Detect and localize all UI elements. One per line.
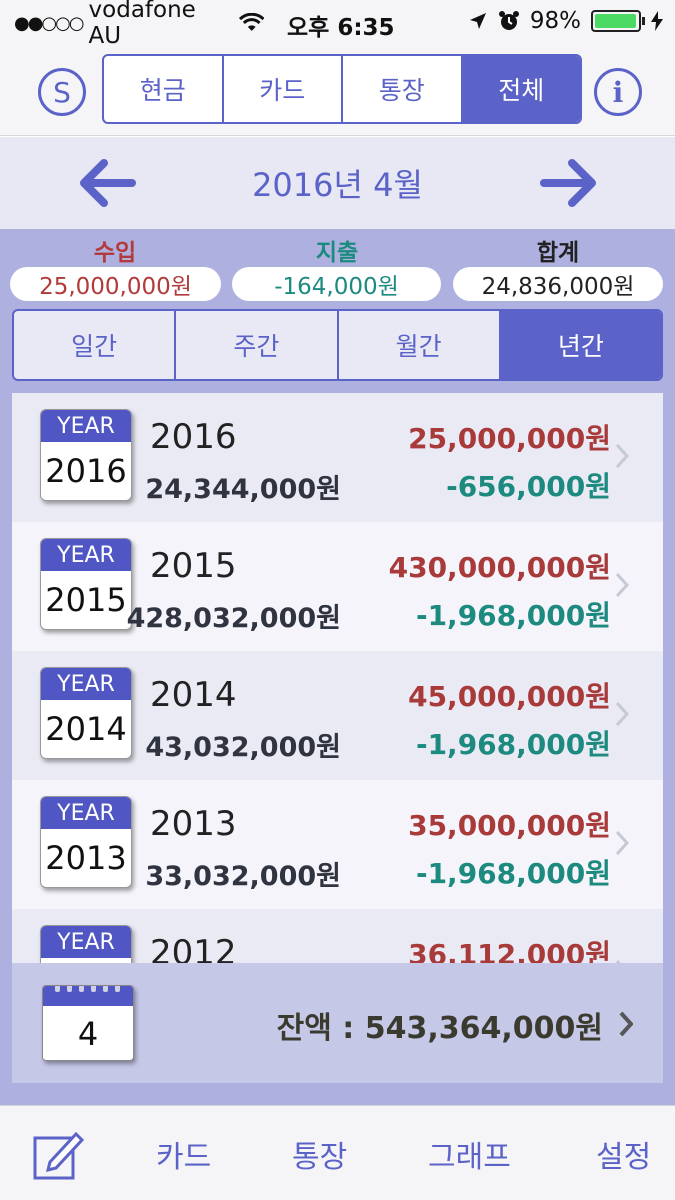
chevron-right-icon [615, 701, 629, 727]
calendar-rings [43, 986, 133, 1006]
tab-weekly[interactable]: 주간 [176, 311, 339, 379]
calendar-year: 2016 [45, 452, 127, 490]
year-calendar-icon: YEAR 2015 [40, 538, 132, 630]
status-left: ●●○○○ vodafone AU [14, 0, 264, 49]
carrier-name: vodafone AU [88, 0, 196, 49]
calendar-year: 2014 [45, 710, 127, 748]
tab-all[interactable]: 전체 [462, 56, 580, 122]
row-income: 36,112,000원 [408, 938, 611, 963]
info-button[interactable]: i [594, 68, 642, 116]
total-label: 합계 [536, 240, 580, 266]
account-type-segmented-control: 현금 카드 통장 전체 [102, 54, 582, 124]
tab-bar-settings[interactable]: 설정 [596, 1132, 651, 1176]
row-year: 2012 [150, 933, 237, 963]
month-title: 2016년 4월 [252, 166, 423, 204]
tab-bank[interactable]: 통장 [343, 56, 463, 122]
row-year: 2015 [150, 546, 237, 586]
income-label: 수입 [93, 240, 137, 266]
row-balance: 33,032,000원 [145, 861, 341, 892]
row-income: 45,000,000원 [408, 680, 611, 713]
calendar-icon: 4 [42, 985, 134, 1061]
expense-value: -164,000원 [232, 267, 441, 301]
status-time: 오후 6:35 [287, 15, 395, 41]
chevron-right-icon [615, 830, 629, 856]
total-value: 24,836,000원 [453, 267, 663, 301]
prev-month-arrow-icon[interactable] [78, 157, 138, 209]
bottom-tab-bar: 카드 통장 그래프 설정 [0, 1105, 675, 1200]
next-month-arrow-icon[interactable] [538, 157, 598, 209]
balance-panel: 4 잔액 : 543,364,000원 [0, 963, 675, 1105]
signal-strength-icon: ●●○○○ [14, 12, 85, 34]
s-button[interactable]: S [38, 68, 86, 116]
location-arrow-icon [469, 13, 486, 29]
chevron-right-icon [615, 443, 629, 469]
year-badge: YEAR [41, 410, 131, 442]
edit-pencil-icon[interactable] [32, 1126, 84, 1182]
row-income: 430,000,000원 [388, 551, 611, 584]
tab-daily[interactable]: 일간 [14, 311, 177, 379]
charging-bolt-icon [651, 11, 663, 31]
calendar-year: 2013 [45, 839, 127, 877]
calendar-year: 2015 [45, 581, 127, 619]
row-balance: 428,032,000원 [126, 603, 341, 634]
row-expense: -656,000원 [446, 470, 611, 503]
year-list-panel: YEAR 2016 2016 24,344,000원 25,000,000원 -… [0, 393, 675, 963]
row-year: 2014 [150, 675, 237, 715]
tab-yearly[interactable]: 년간 [500, 311, 661, 379]
income-value: 25,000,000원 [10, 267, 221, 301]
battery-level [595, 14, 637, 28]
calendar-day: 4 [77, 1015, 99, 1053]
alarm-clock-icon [498, 11, 519, 30]
year-calendar-icon: YEAR 2013 [40, 796, 132, 888]
wifi-icon [238, 13, 264, 31]
period-segmented-control: 일간 주간 월간 년간 [12, 309, 663, 381]
chevron-right-icon [615, 572, 629, 598]
row-balance: 24,344,000원 [145, 474, 341, 505]
month-navigation: 2016년 4월 [0, 137, 675, 229]
year-calendar-icon: YEAR 2014 [40, 667, 132, 759]
row-balance: 43,032,000원 [145, 732, 341, 763]
status-right: 98% [468, 8, 663, 34]
expense-label: 지출 [315, 240, 359, 266]
balance-total: 잔액 : 543,364,000원 [276, 1011, 603, 1046]
list-item[interactable]: YEAR 2014 2014 43,032,000원 45,000,000원 -… [12, 651, 663, 780]
tab-monthly[interactable]: 월간 [339, 311, 501, 379]
summary-panel: 수입 지출 합계 25,000,000원 -164,000원 24,836,00… [0, 229, 675, 393]
tab-cash[interactable]: 현금 [104, 56, 224, 122]
battery-percent: 98% [529, 8, 581, 34]
row-expense: -1,968,000원 [415, 728, 611, 761]
list-item[interactable]: YEAR 2015 2015 428,032,000원 430,000,000원… [12, 522, 663, 651]
list-item[interactable]: YEAR 2012 2012 36,112,000원 [12, 909, 663, 963]
balance-row[interactable]: 4 잔액 : 543,364,000원 [12, 963, 663, 1083]
row-year: 2013 [150, 804, 237, 844]
summary-labels: 수입 지출 합계 [0, 233, 675, 267]
year-list: YEAR 2016 2016 24,344,000원 25,000,000원 -… [12, 393, 663, 963]
tab-bar-bank[interactable]: 통장 [292, 1132, 347, 1176]
tab-bar-graph[interactable]: 그래프 [428, 1132, 511, 1176]
year-badge: YEAR [41, 539, 131, 571]
row-income: 35,000,000원 [408, 809, 611, 842]
year-badge: YEAR [41, 668, 131, 700]
header: S 현금 카드 통장 전체 i [0, 46, 675, 136]
year-badge: YEAR [41, 926, 131, 958]
battery-icon [591, 10, 645, 32]
tab-card[interactable]: 카드 [224, 56, 343, 122]
list-item[interactable]: YEAR 2013 2013 33,032,000원 35,000,000원 -… [12, 780, 663, 909]
row-expense: -1,968,000원 [415, 857, 611, 890]
year-calendar-icon: YEAR 2016 [40, 409, 132, 501]
row-income: 25,000,000원 [408, 422, 611, 455]
year-badge: YEAR [41, 797, 131, 829]
list-item[interactable]: YEAR 2016 2016 24,344,000원 25,000,000원 -… [12, 393, 663, 522]
chevron-right-icon [619, 1011, 633, 1037]
year-calendar-icon: YEAR 2012 [40, 925, 132, 963]
status-bar: ●●○○○ vodafone AU 오후 6:35 98% [0, 0, 675, 49]
row-year: 2016 [150, 417, 237, 457]
tab-bar-card[interactable]: 카드 [156, 1132, 211, 1176]
row-expense: -1,968,000원 [415, 599, 611, 632]
